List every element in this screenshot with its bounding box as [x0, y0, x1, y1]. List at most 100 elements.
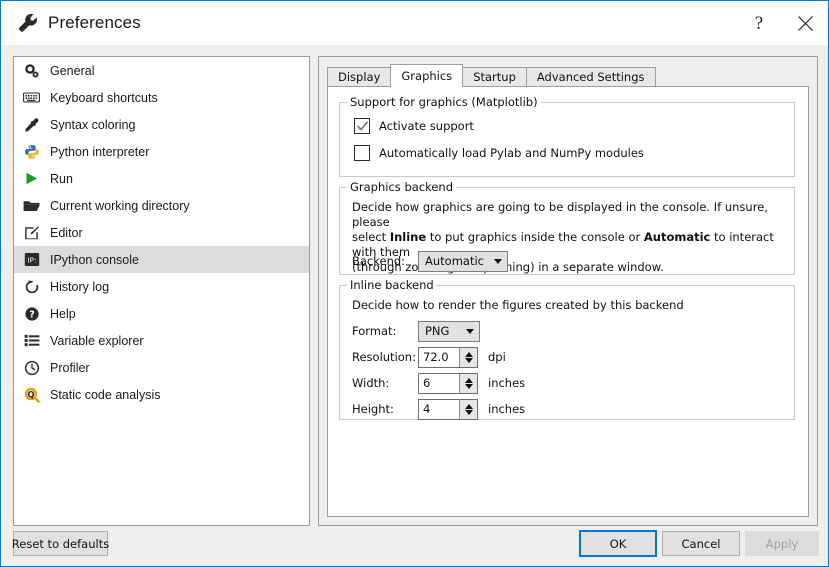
folder-icon	[22, 196, 41, 215]
stepper-buttons[interactable]	[459, 373, 477, 393]
format-label: Format:	[352, 324, 397, 338]
group-title: Graphics backend	[347, 180, 457, 194]
stepper-buttons[interactable]	[459, 347, 477, 367]
history-clock-icon	[22, 277, 41, 296]
keyboard-icon	[22, 88, 41, 107]
height-unit: inches	[488, 402, 526, 416]
tab-advanced-settings[interactable]: Advanced Settings	[525, 67, 656, 87]
checkbox-label: Automatically load Pylab and NumPy modul…	[379, 146, 644, 160]
inline-backend-description: Decide how to render the figures created…	[352, 298, 684, 312]
graphics-backend-group: Graphics backend Decide how graphics are…	[339, 180, 795, 275]
sidebar-item-python-interpreter[interactable]: Python interpreter	[14, 138, 309, 165]
stepper-buttons[interactable]	[459, 399, 477, 419]
width-field-row: Width: 6 inches	[352, 372, 526, 394]
width-unit: inches	[488, 376, 526, 390]
eyedropper-icon	[22, 115, 41, 134]
graphics-tab-content: Support for graphics (Matplotlib) Activa…	[327, 86, 809, 517]
sidebar-item-history-log[interactable]: History log	[14, 273, 309, 300]
close-button[interactable]	[782, 1, 828, 45]
question-mark-icon: ?	[754, 12, 764, 34]
sidebar-item-label: Run	[50, 171, 73, 186]
sidebar-item-label: Python interpreter	[50, 144, 150, 159]
resolution-unit: dpi	[488, 350, 506, 364]
sidebar-item-label: IPython console	[50, 252, 139, 267]
close-icon	[797, 15, 813, 31]
reset-to-defaults-button[interactable]: Reset to defaults	[12, 531, 109, 556]
height-value[interactable]: 4	[419, 400, 459, 419]
format-select[interactable]: PNG	[418, 320, 480, 342]
sidebar-item-general[interactable]: General	[14, 57, 309, 84]
sidebar-item-variable-explorer[interactable]: Variable explorer	[14, 327, 309, 354]
backend-field-row: Backend: Automatic	[352, 250, 508, 272]
desc-line-2c: to put graphics inside the console or	[426, 230, 644, 244]
backend-select[interactable]: Automatic	[418, 250, 508, 272]
checkbox-checked-icon[interactable]	[354, 118, 370, 134]
stepper-down-icon[interactable]	[464, 409, 473, 415]
checkbox-label: Activate support	[379, 119, 474, 133]
sidebar-item-static-code-analysis[interactable]: Q Static code analysis	[14, 381, 309, 408]
sidebar-item-label: History log	[50, 279, 110, 294]
tab-startup[interactable]: Startup	[462, 67, 527, 87]
sidebar-item-current-working-directory[interactable]: Current working directory	[14, 192, 309, 219]
width-value[interactable]: 6	[419, 374, 459, 393]
support-for-graphics-group: Support for graphics (Matplotlib) Activa…	[339, 95, 795, 177]
stepper-up-icon[interactable]	[464, 403, 473, 409]
resolution-stepper[interactable]: 72.0	[418, 346, 478, 368]
preferences-dialog: Preferences ? General Keyboard shortcuts…	[0, 0, 829, 567]
title-bar: Preferences ?	[1, 1, 828, 45]
cancel-button[interactable]: Cancel	[662, 531, 740, 556]
backend-selected-value: Automatic	[425, 254, 484, 268]
magnifier-q-icon: Q	[22, 385, 41, 404]
chevron-down-icon	[494, 258, 502, 264]
apply-button: Apply	[745, 531, 819, 556]
width-stepper[interactable]: 6	[418, 372, 478, 394]
ok-button[interactable]: OK	[579, 530, 657, 557]
stopwatch-icon	[22, 358, 41, 377]
question-circle-icon: ?	[22, 304, 41, 323]
autoload-pylab-numpy-checkbox-row[interactable]: Automatically load Pylab and NumPy modul…	[354, 145, 644, 161]
chevron-down-icon	[466, 328, 474, 334]
python-logo-icon	[22, 142, 41, 161]
sidebar-item-editor[interactable]: Editor	[14, 219, 309, 246]
tab-display[interactable]: Display	[327, 67, 392, 87]
width-label: Width:	[352, 376, 390, 390]
settings-detail-panel: Display Graphics Startup Advanced Settin…	[318, 56, 818, 526]
resolution-value[interactable]: 72.0	[419, 348, 459, 367]
help-button[interactable]: ?	[736, 1, 782, 45]
group-title: Inline backend	[347, 278, 437, 292]
checkbox-unchecked-icon[interactable]	[354, 145, 370, 161]
sidebar-item-label: Syntax coloring	[50, 117, 136, 132]
format-field-row: Format: PNG	[352, 320, 480, 342]
dialog-button-bar: Reset to defaults OK Cancel Apply	[1, 524, 828, 566]
group-title: Support for graphics (Matplotlib)	[347, 95, 541, 109]
sidebar-item-label: Editor	[50, 225, 83, 240]
desc-line-2a: select	[352, 230, 390, 244]
height-stepper[interactable]: 4	[418, 398, 478, 420]
stepper-up-icon[interactable]	[464, 377, 473, 383]
settings-category-list[interactable]: General Keyboard shortcuts Syntax colori…	[13, 56, 310, 526]
list-icon	[22, 331, 41, 350]
stepper-down-icon[interactable]	[464, 383, 473, 389]
stepper-up-icon[interactable]	[464, 351, 473, 357]
sidebar-item-label: Help	[50, 306, 76, 321]
sidebar-item-label: Keyboard shortcuts	[50, 90, 158, 105]
sidebar-item-keyboard-shortcuts[interactable]: Keyboard shortcuts	[14, 84, 309, 111]
sidebar-item-label: Static code analysis	[50, 387, 161, 402]
gears-icon	[22, 61, 41, 80]
sidebar-item-run[interactable]: Run	[14, 165, 309, 192]
height-field-row: Height: 4 inches	[352, 398, 526, 420]
sidebar-item-ipython-console[interactable]: IP: IPython console	[14, 246, 309, 273]
activate-support-checkbox-row[interactable]: Activate support	[354, 118, 474, 134]
svg-text:IP:: IP:	[27, 255, 36, 264]
sidebar-item-label: Variable explorer	[50, 333, 144, 348]
stepper-down-icon[interactable]	[464, 357, 473, 363]
play-triangle-icon	[22, 169, 41, 188]
desc-inline-bold: Inline	[389, 230, 427, 244]
sidebar-item-profiler[interactable]: Profiler	[14, 354, 309, 381]
resolution-label: Resolution:	[352, 350, 416, 364]
sidebar-item-syntax-coloring[interactable]: Syntax coloring	[14, 111, 309, 138]
sidebar-item-help[interactable]: ? Help	[14, 300, 309, 327]
tab-graphics[interactable]: Graphics	[390, 64, 464, 87]
format-selected-value: PNG	[425, 324, 450, 338]
backend-label: Backend:	[352, 254, 406, 268]
